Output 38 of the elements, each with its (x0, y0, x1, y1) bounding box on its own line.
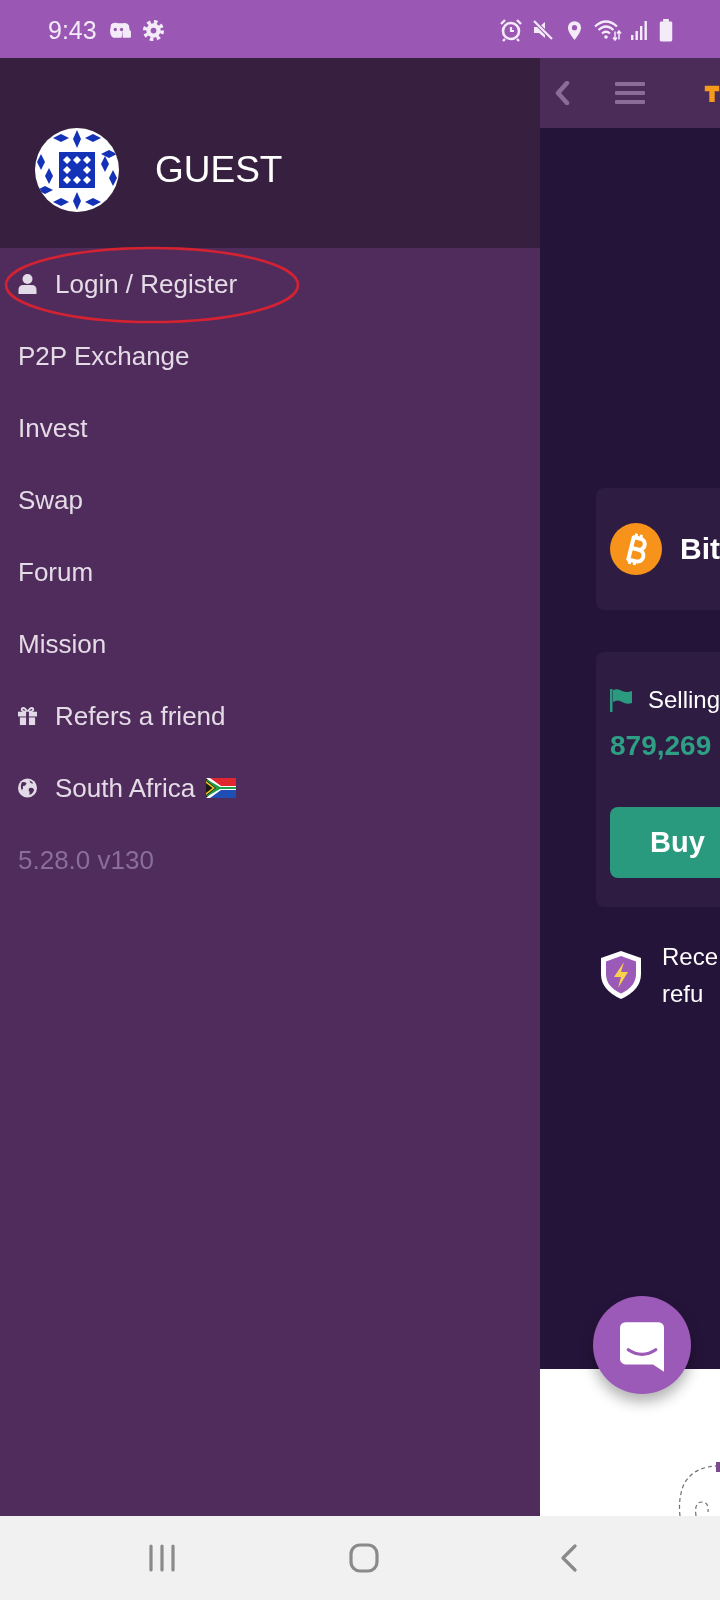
menu-item[interactable]: Swap (0, 464, 540, 536)
menu-item[interactable]: Refers a friend (0, 680, 540, 752)
menu-icon[interactable] (615, 81, 645, 105)
chat-button[interactable] (593, 1296, 691, 1394)
status-time: 9:43 (48, 15, 97, 45)
back-icon[interactable] (554, 81, 570, 105)
coin-name: Bit (680, 532, 720, 566)
user-name: GUEST (155, 149, 283, 191)
gift-icon (18, 706, 37, 726)
back-icon[interactable] (560, 1544, 578, 1572)
menu-item[interactable]: P2P Exchange (0, 320, 540, 392)
offer-label: Selling (648, 686, 720, 714)
menu-item[interactable]: Forum (0, 536, 540, 608)
home-icon[interactable] (349, 1543, 379, 1573)
chat-icon (620, 1322, 664, 1372)
wifi-icon (594, 18, 622, 42)
menu-item[interactable]: Invest (0, 392, 540, 464)
logo-icon[interactable] (704, 84, 720, 102)
menu-item[interactable]: Login / Register (0, 248, 540, 320)
mute-icon (531, 18, 555, 42)
location-icon (567, 19, 582, 41)
price-text: 879,269 (610, 729, 712, 763)
shield-icon (600, 950, 642, 1000)
notice-text: Rece refu (662, 942, 719, 1009)
menu-item[interactable]: South Africa (0, 752, 540, 824)
alarm-icon (499, 18, 523, 42)
bitcoin-icon (610, 523, 662, 575)
version-text: 5.28.0 v130 (17, 843, 155, 877)
user-icon (18, 274, 37, 294)
recent-apps-icon[interactable] (148, 1544, 176, 1572)
globe-icon (18, 778, 37, 798)
signal-icon (630, 19, 648, 41)
flag-icon (206, 778, 237, 798)
flag-icon (610, 688, 632, 712)
battery-icon (659, 18, 673, 42)
settings-icon (141, 18, 165, 42)
gamepad-icon (108, 20, 132, 40)
menu-item[interactable]: Mission (0, 608, 540, 680)
